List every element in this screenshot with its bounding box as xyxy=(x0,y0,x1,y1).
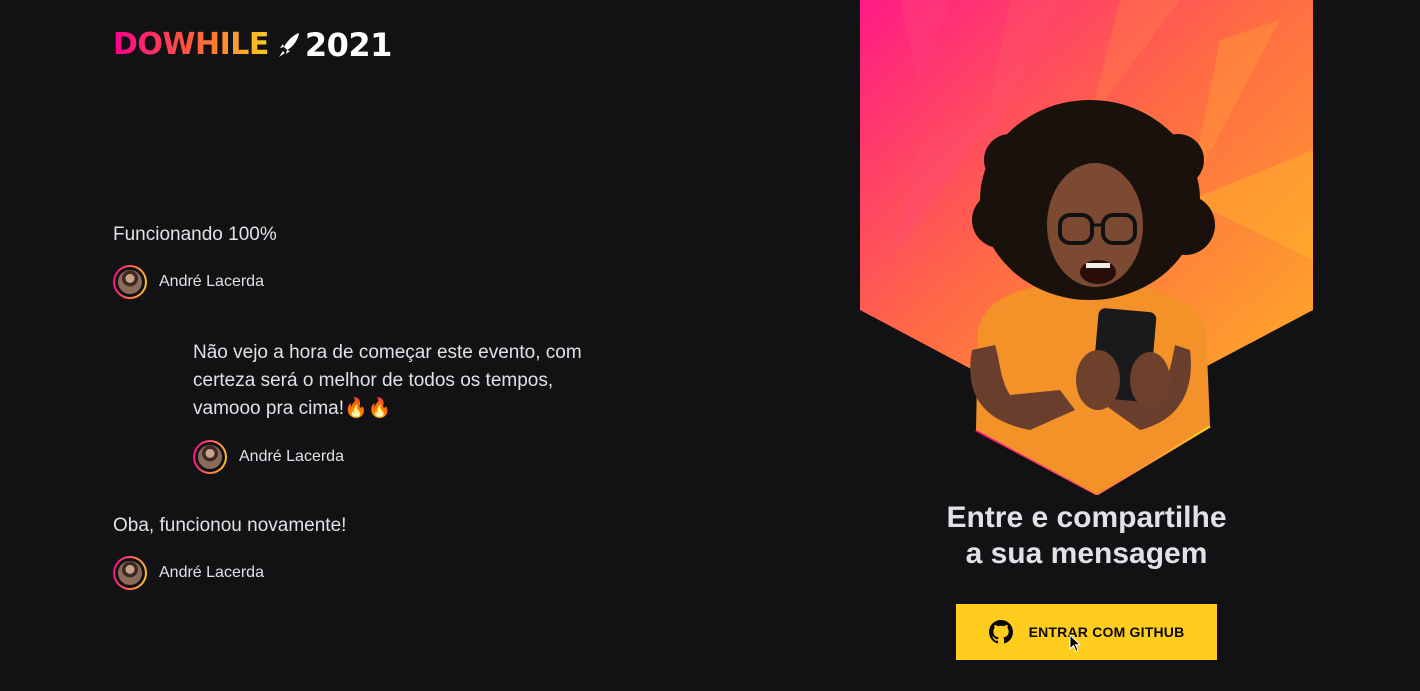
login-github-button[interactable]: ENTRAR COM GITHUB xyxy=(956,604,1217,660)
message-user: André Lacerda xyxy=(113,265,673,299)
hero-banner-image xyxy=(860,0,1313,495)
message-item: Funcionando 100% André Lacerda xyxy=(113,221,673,299)
user-name: André Lacerda xyxy=(159,273,264,290)
rocket-icon xyxy=(278,33,299,57)
avatar xyxy=(193,440,227,474)
login-title-line1: Entre e compartilhe xyxy=(946,501,1227,534)
login-title: Entre e compartilhe a sua mensagem xyxy=(860,500,1313,572)
message-text: Oba, funcionou novamente! xyxy=(113,515,347,536)
message-user: André Lacerda xyxy=(113,556,673,590)
app-page: DOWHILE 2021 Funcionando 100% André Lace… xyxy=(0,0,1420,691)
message-item: Não vejo a hora de começar este evento, … xyxy=(193,339,623,474)
avatar xyxy=(113,265,147,299)
login-title-line2: a sua mensagem xyxy=(965,537,1208,570)
login-github-label: ENTRAR COM GITHUB xyxy=(1028,624,1185,640)
message-user: André Lacerda xyxy=(193,440,623,474)
dowhile-logo: DOWHILE 2021 xyxy=(113,26,393,64)
logo-year: 2021 xyxy=(304,26,393,64)
message-item: Oba, funcionou novamente! André Lacerda xyxy=(113,512,673,590)
user-name: André Lacerda xyxy=(159,564,264,581)
avatar xyxy=(113,556,147,590)
message-text: Funcionando 100% xyxy=(113,224,277,245)
github-icon xyxy=(988,620,1013,644)
user-name: André Lacerda xyxy=(239,448,344,465)
logo-brand: DOWHILE xyxy=(113,27,269,62)
message-text: Não vejo a hora de começar este evento, … xyxy=(193,342,582,419)
cursor-icon xyxy=(1069,634,1081,653)
